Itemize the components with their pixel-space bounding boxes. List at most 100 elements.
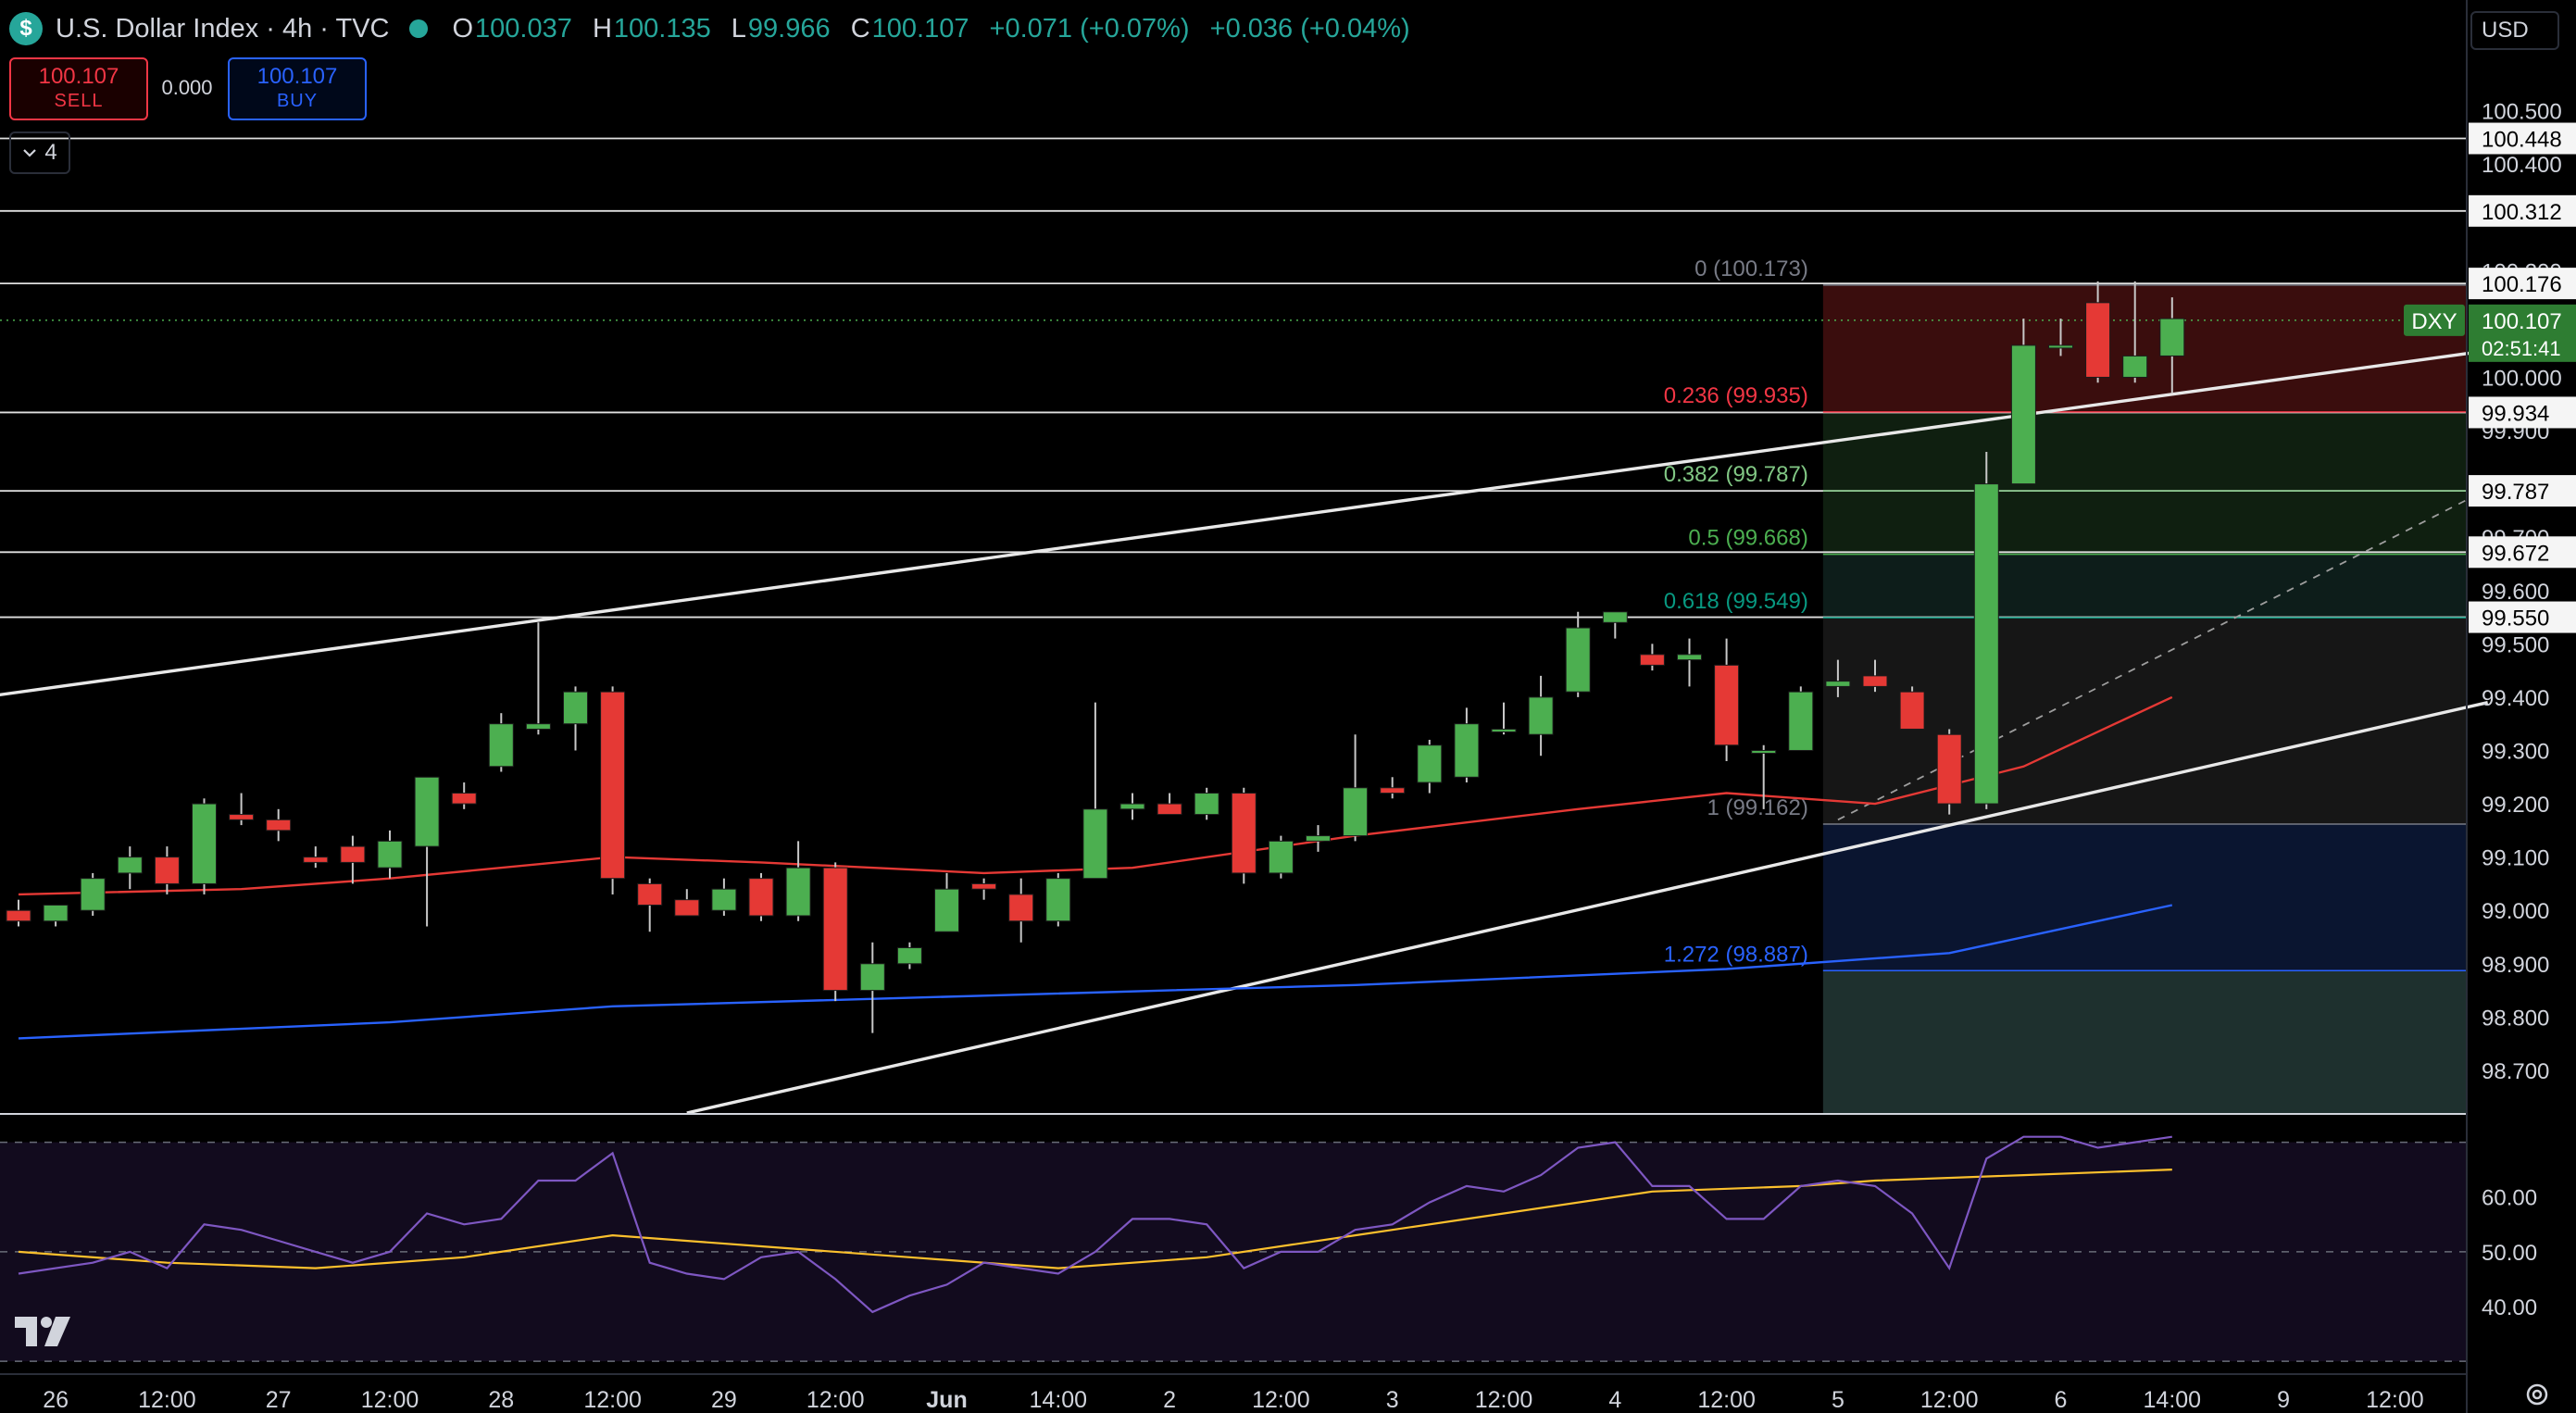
time-tick-label: Jun — [926, 1387, 967, 1413]
candle — [1973, 452, 1999, 809]
low-value: 99.966 — [747, 13, 831, 44]
time-tick-label: 12:00 — [583, 1387, 642, 1413]
time-tick-label: 28 — [488, 1387, 514, 1413]
candle-body — [711, 888, 737, 911]
candle — [1936, 729, 1962, 815]
candle — [934, 872, 959, 932]
candle — [1380, 777, 1406, 799]
candle-body — [1157, 803, 1182, 816]
fib-level-label: 0 (100.173) — [1694, 256, 1808, 281]
price-tick-label: 98.900 — [2482, 953, 2549, 978]
gear-icon[interactable] — [2522, 1380, 2552, 1409]
candle-body — [1491, 728, 1517, 732]
time-tick-label: 12:00 — [361, 1387, 419, 1413]
fib-level-label: 0.382 (99.787) — [1664, 462, 1808, 487]
rsi-tick-label: 60.00 — [2482, 1186, 2537, 1211]
time-axis[interactable]: 26 12:00 27 12:00 28 12:00 29 12:00 Jun 14:00 2 12:… — [0, 1373, 2467, 1413]
candle-body — [563, 691, 588, 725]
close-key: C — [850, 13, 870, 44]
price-tick-label: 100.500 — [2482, 100, 2562, 125]
time-tick-label: 14:00 — [2144, 1387, 2202, 1413]
candle — [377, 830, 403, 879]
time-tick-label: 27 — [266, 1387, 292, 1413]
level-price-label: 99.672 — [2482, 541, 2549, 566]
symbol-title[interactable]: U.S. Dollar Index · 4h · TVC — [56, 14, 389, 44]
candle — [80, 872, 106, 916]
candle — [266, 808, 292, 842]
price-tick-label: 99.000 — [2482, 899, 2549, 924]
currency-label: USD — [2482, 18, 2529, 43]
level-price-label: 100.448 — [2482, 128, 2562, 153]
candle — [117, 846, 143, 890]
fib-level-label: 0.5 (99.668) — [1688, 526, 1807, 551]
time-tick-label: 14:00 — [1030, 1387, 1088, 1413]
candle — [488, 713, 514, 772]
candle-body — [340, 845, 366, 863]
spread-value: 0.000 — [161, 76, 213, 99]
candle-body — [117, 857, 143, 874]
dollar-icon: $ — [9, 12, 43, 45]
candle-body — [525, 723, 551, 730]
candle-body — [1936, 733, 1962, 805]
candle-body — [934, 888, 959, 932]
candle — [1008, 878, 1034, 943]
candle — [971, 878, 997, 900]
time-tick-label: 5 — [1832, 1387, 1844, 1413]
buy-label: BUY — [276, 91, 319, 111]
candle-body — [1231, 793, 1257, 874]
candle-body — [1045, 878, 1071, 922]
high-key: H — [592, 13, 612, 44]
rsi-tick-label: 50.00 — [2482, 1241, 2537, 1266]
candle-body — [414, 776, 440, 847]
sell-button[interactable]: 100.107 SELL — [9, 57, 148, 120]
candle-body — [1788, 691, 1814, 751]
candle — [1343, 734, 1369, 842]
candle — [1714, 638, 1740, 761]
candle — [1565, 611, 1591, 697]
symbol-badge-label: DXY — [2411, 309, 2457, 334]
candle-body — [674, 899, 700, 917]
time-tick-label: 2 — [1163, 1387, 1176, 1413]
candle — [1788, 686, 1814, 751]
rsi-tick-label: 40.00 — [2482, 1295, 2537, 1320]
candle-body — [822, 867, 848, 992]
time-tick-label: 12:00 — [2366, 1387, 2424, 1413]
sell-price: 100.107 — [38, 64, 119, 89]
fib-zone — [1822, 284, 2467, 412]
price-tick-label: 99.400 — [2482, 686, 2549, 711]
candle-body — [1268, 840, 1294, 874]
currency-select[interactable]: USD — [2470, 11, 2559, 50]
candle — [451, 782, 477, 809]
candle — [1899, 686, 1925, 730]
candle-body — [1194, 793, 1219, 816]
price-tick-label: 98.700 — [2482, 1059, 2549, 1084]
bar-countdown-label: 02:51:41 — [2482, 337, 2561, 360]
candle-body — [896, 947, 922, 965]
candle — [229, 793, 255, 826]
candle-body — [6, 909, 31, 922]
tradingview-logo-icon[interactable] — [13, 1313, 74, 1350]
candle — [1306, 825, 1331, 852]
chart-canvas[interactable]: 0 (100.173) 0.236 (99.935) 0.382 (99.787) 0… — [0, 0, 2576, 1413]
candle-body — [1825, 681, 1851, 687]
candle — [43, 904, 69, 927]
candle-body — [1714, 664, 1740, 746]
candle — [1045, 872, 1071, 927]
time-tick-label: 12:00 — [1697, 1387, 1756, 1413]
buy-button[interactable]: 100.107 BUY — [228, 57, 367, 120]
buy-price: 100.107 — [256, 64, 338, 89]
candle-body — [1306, 835, 1331, 842]
candle — [822, 862, 848, 1002]
candle-body — [859, 963, 885, 992]
level-price-label: 100.176 — [2482, 272, 2562, 297]
fib-zone — [1822, 491, 2467, 555]
candle — [748, 872, 774, 921]
time-tick-label: 12:00 — [1252, 1387, 1310, 1413]
candle-body — [1417, 744, 1443, 783]
candle — [1231, 787, 1257, 884]
candle — [1082, 702, 1108, 880]
candle-body — [1082, 808, 1108, 880]
indicators-toggle-button[interactable]: 4 — [9, 131, 70, 174]
low-key: L — [731, 13, 746, 44]
time-tick-label: 9 — [2277, 1387, 2290, 1413]
